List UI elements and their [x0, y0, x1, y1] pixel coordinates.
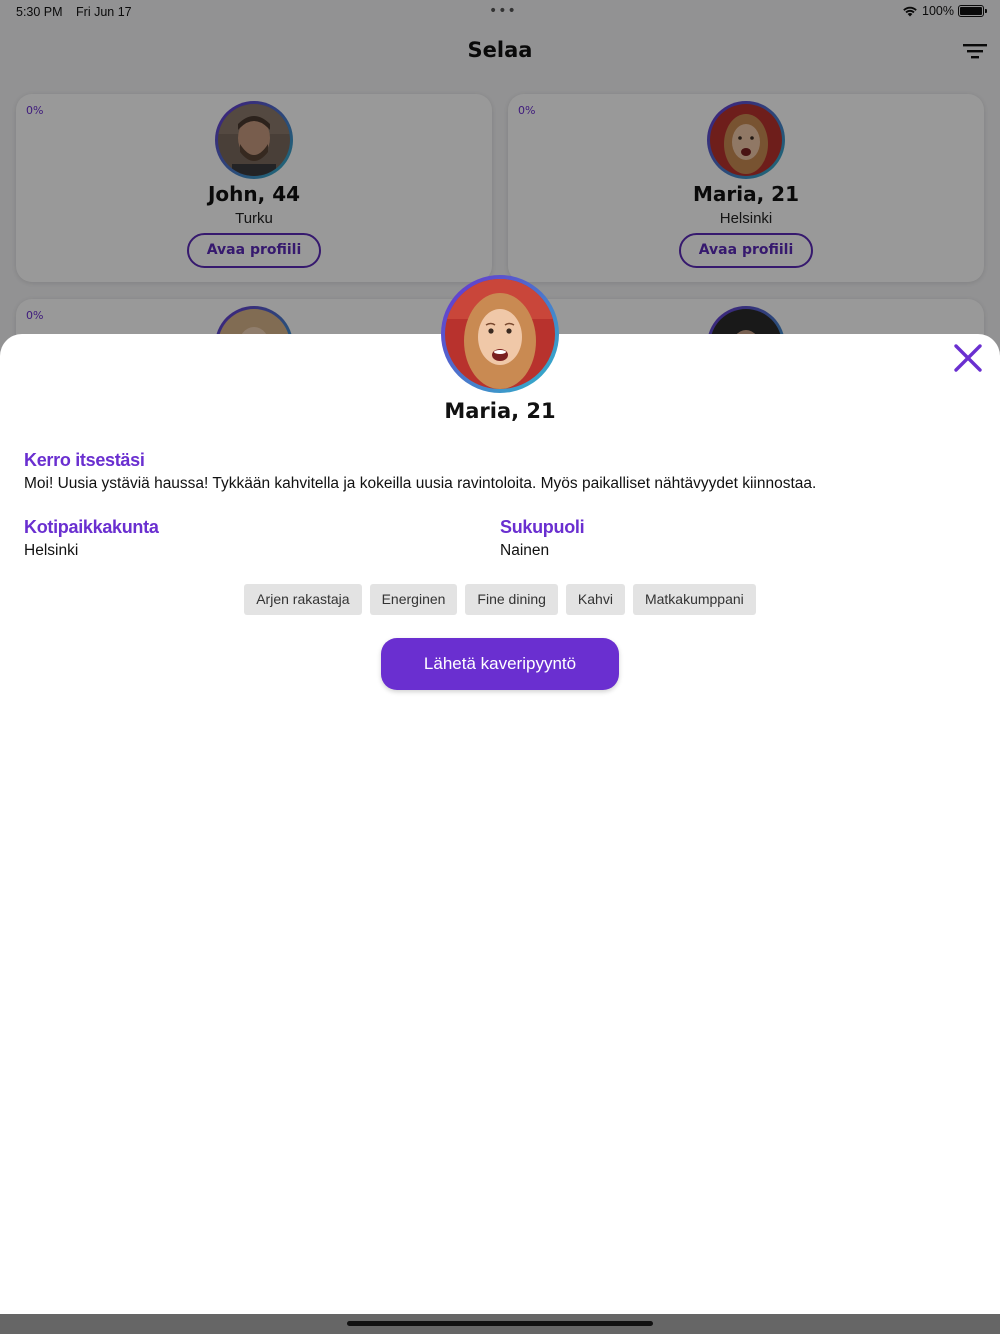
interest-tag: Matkakumppani: [632, 584, 756, 615]
home-bar: [0, 1314, 1000, 1334]
profile-avatar: [441, 275, 559, 393]
profile-name: Maria, 21: [444, 399, 556, 423]
maria-photo: [445, 279, 555, 389]
interest-tag: Energinen: [369, 584, 458, 615]
home-indicator[interactable]: [347, 1321, 653, 1326]
interest-tag: Fine dining: [465, 584, 558, 615]
about-text: Moi! Uusia ystäviä haussa! Tykkään kahvi…: [24, 475, 817, 492]
interest-tag: Arjen rakastaja: [244, 584, 362, 615]
gender-label: Sukupuoli: [500, 517, 585, 537]
hometown-label: Kotipaikkakunta: [24, 517, 159, 537]
profile-sheet: Maria, 21 Kerro itsestäsi Moi! Uusia yst…: [0, 275, 1000, 1314]
interest-tag: Kahvi: [565, 584, 625, 615]
about-label: Kerro itsestäsi: [24, 450, 145, 470]
interest-tags: Arjen rakastaja Energinen Fine dining Ka…: [0, 584, 1000, 615]
hometown-value: Helsinki: [24, 542, 79, 559]
gender-value: Nainen: [500, 542, 550, 559]
send-friend-request-button[interactable]: Lähetä kaveripyyntö: [381, 638, 619, 690]
close-icon[interactable]: [952, 342, 984, 374]
